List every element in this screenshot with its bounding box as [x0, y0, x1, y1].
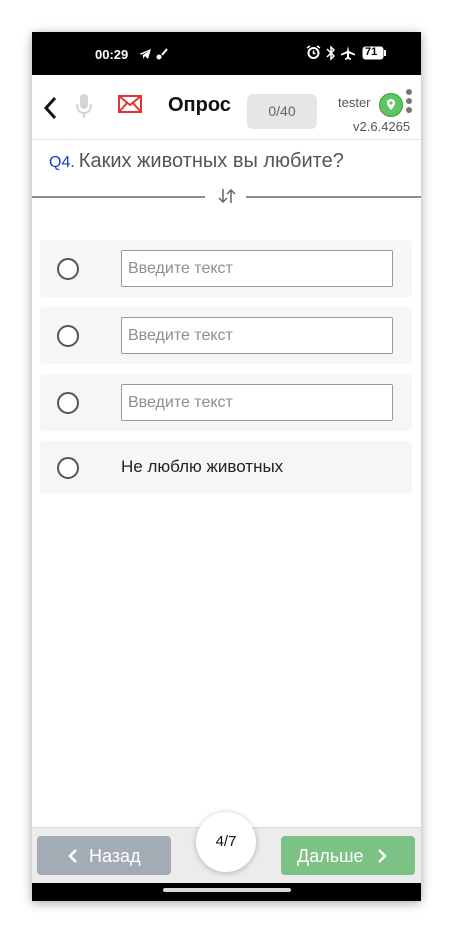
location-status-badge[interactable]	[379, 93, 403, 117]
chevron-left-icon	[43, 96, 57, 120]
divider	[246, 196, 421, 198]
option-text-field-1[interactable]	[121, 250, 393, 287]
option-text-field-3[interactable]	[121, 384, 393, 421]
system-nav-bar	[32, 883, 421, 901]
mail-icon[interactable]	[118, 95, 142, 118]
more-vertical-icon[interactable]	[405, 88, 413, 119]
next-button[interactable]: Дальше	[281, 836, 415, 875]
chevron-left-icon	[68, 849, 77, 863]
page-title: Опрос	[168, 94, 231, 116]
home-indicator[interactable]	[163, 888, 291, 892]
radio-button[interactable]	[57, 457, 79, 479]
alarm-icon	[306, 45, 321, 63]
sort-arrows-icon[interactable]	[217, 186, 237, 211]
option-label: Не люблю животных	[121, 457, 284, 476]
radio-button[interactable]	[57, 258, 79, 280]
answer-option-4[interactable]: Не люблю животных	[40, 441, 412, 494]
question-number: Q4.	[49, 154, 75, 171]
app-header: Опрос 0/40 tester v2.6.4265	[32, 75, 421, 140]
airplane-mode-icon	[340, 45, 356, 64]
next-button-label: Дальше	[297, 846, 364, 866]
option-text-field-2[interactable]	[121, 317, 393, 354]
back-button-label: Назад	[89, 846, 141, 866]
back-button[interactable]: Назад	[37, 836, 171, 875]
question-text: Каких животных вы любите?	[78, 150, 344, 172]
answer-option-2[interactable]	[40, 307, 412, 364]
username: tester	[338, 95, 371, 110]
page-indicator: 4/7	[196, 812, 256, 872]
status-bar: 00:29 71	[32, 32, 421, 75]
phone-screen: 00:29 71 Опрос 0/40 tester v2.6.4265 Q4.…	[32, 32, 421, 901]
location-pin-icon	[387, 99, 395, 110]
radio-button[interactable]	[57, 325, 79, 347]
answer-counter[interactable]: 0/40	[247, 94, 317, 129]
bluetooth-icon	[326, 45, 336, 64]
header-divider	[32, 139, 421, 140]
battery-level: 71	[365, 46, 378, 58]
radio-button[interactable]	[57, 392, 79, 414]
back-arrow-button[interactable]	[38, 93, 62, 123]
divider	[32, 196, 205, 198]
answer-option-1[interactable]	[40, 240, 412, 297]
microphone-icon[interactable]	[76, 93, 92, 124]
status-time: 00:29	[95, 47, 129, 62]
app-version: v2.6.4265	[353, 119, 411, 134]
chevron-right-icon	[377, 849, 387, 863]
battery-icon: 71	[362, 46, 386, 63]
telegram-icon	[138, 47, 152, 64]
notification-icon	[156, 47, 168, 64]
question-title: Q4. Каких животных вы любите?	[49, 150, 409, 173]
answer-option-3[interactable]	[40, 374, 412, 431]
